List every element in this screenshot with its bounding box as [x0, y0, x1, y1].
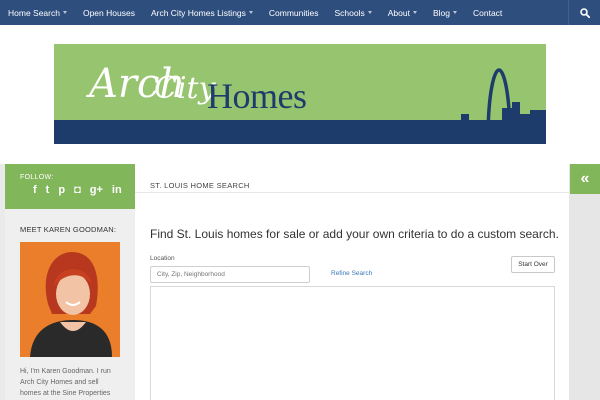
nav-label: About: [387, 7, 410, 18]
top-navigation: Home Search Open Houses Arch City Homes …: [0, 0, 600, 25]
logo-text-homes: Homes: [207, 76, 307, 116]
follow-label: FOLLOW:: [20, 174, 54, 181]
agent-bio: Hi, I'm Karen Goodman. I run Arch City H…: [20, 368, 111, 397]
site-header: Arch City Homes: [0, 25, 600, 164]
linkedin-icon[interactable]: in: [112, 185, 122, 196]
social-links: f t p ◘ g+ in: [20, 185, 135, 196]
nav-blog[interactable]: Blog: [425, 0, 465, 25]
chevron-down-icon: [453, 11, 457, 14]
search-results-area[interactable]: [150, 286, 555, 400]
agent-photo: [20, 242, 120, 357]
location-label: Location: [150, 255, 175, 262]
chevron-down-icon: [412, 11, 417, 14]
follow-box: FOLLOW: f t p ◘ g+ in: [5, 164, 135, 209]
nav-label: Contact: [473, 7, 503, 18]
nav-label: Open Houses: [82, 7, 135, 18]
meet-agent-widget: MEET KAREN GOODMAN: Hi, I'm Karen Goodma…: [5, 209, 135, 400]
search-icon: [579, 7, 590, 18]
search-button[interactable]: [568, 0, 600, 25]
meet-title: MEET KAREN GOODMAN:: [20, 225, 117, 234]
chevron-down-icon: [62, 11, 67, 14]
nav-label: Blog: [432, 7, 450, 18]
page-title: ST. LOUIS HOME SEARCH: [150, 181, 250, 190]
nav-about[interactable]: About: [380, 0, 425, 25]
nav-label: Communities: [268, 7, 319, 18]
location-input[interactable]: [150, 266, 310, 283]
page-heading-bar: ST. LOUIS HOME SEARCH: [135, 164, 569, 193]
pinterest-icon[interactable]: p: [58, 185, 65, 196]
nav-open-houses[interactable]: Open Houses: [75, 0, 143, 25]
nav-home-search[interactable]: Home Search: [0, 0, 75, 25]
instagram-icon[interactable]: ◘: [74, 185, 81, 196]
sidebar: FOLLOW: f t p ◘ g+ in MEET KAREN GOODMAN…: [5, 164, 135, 400]
agent-portrait-icon: [20, 242, 120, 357]
nav-schools[interactable]: Schools: [327, 0, 380, 25]
nav-label: Arch City Homes Listings: [150, 7, 246, 18]
chevron-down-icon: [248, 11, 253, 14]
refine-search-link[interactable]: Refine Search: [331, 270, 372, 277]
search-headline: Find St. Louis homes for sale or add you…: [150, 227, 559, 241]
sidebar-collapse-button[interactable]: «: [570, 164, 600, 194]
main-content: ST. LOUIS HOME SEARCH Find St. Louis hom…: [135, 164, 569, 400]
right-sidebar-column: «: [569, 164, 600, 400]
skyline-icon: [436, 68, 546, 144]
twitter-icon[interactable]: t: [46, 185, 50, 196]
nav-contact[interactable]: Contact: [465, 0, 510, 25]
nav-communities[interactable]: Communities: [261, 0, 327, 25]
chevron-down-icon: [367, 11, 372, 14]
site-banner-logo[interactable]: Arch City Homes: [54, 44, 546, 144]
nav-label: Schools: [334, 7, 365, 18]
google-plus-icon[interactable]: g+: [90, 185, 103, 196]
start-over-button[interactable]: Start Over: [511, 256, 555, 273]
facebook-icon[interactable]: f: [33, 185, 37, 196]
double-chevron-left-icon: «: [580, 170, 590, 187]
nav-label: Home Search: [8, 7, 60, 18]
nav-listings[interactable]: Arch City Homes Listings: [143, 0, 261, 25]
